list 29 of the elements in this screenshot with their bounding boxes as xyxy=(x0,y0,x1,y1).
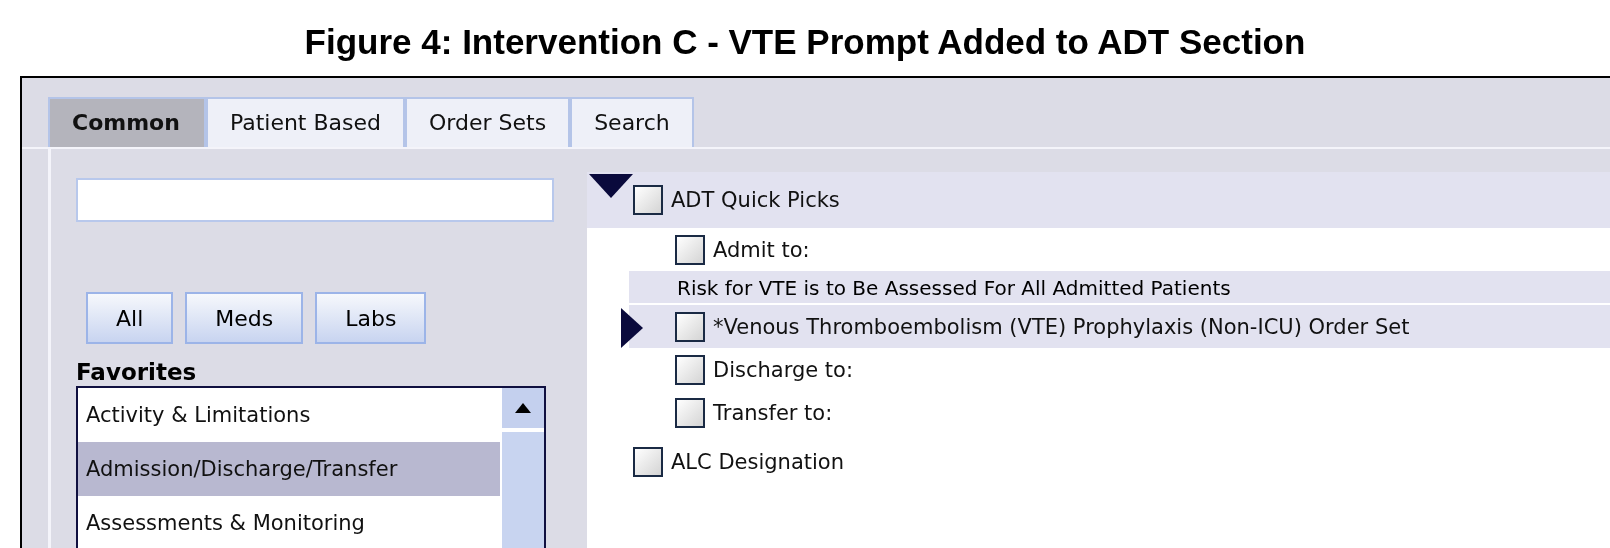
up-arrow-icon xyxy=(515,403,531,413)
figure-title: Figure 4: Intervention C - VTE Prompt Added to ADT Section xyxy=(303,21,1307,63)
list-item[interactable]: Admission/Discharge/Transfer xyxy=(78,442,500,496)
filter-button[interactable]: Meds xyxy=(185,292,304,344)
list-item[interactable]: Activity & Limitations xyxy=(78,388,500,442)
checkbox[interactable] xyxy=(675,311,705,342)
order-label: ALC Designation xyxy=(671,450,844,474)
order-label: Transfer to: xyxy=(713,400,833,425)
checkbox[interactable] xyxy=(675,354,705,385)
order-label: Admit to: xyxy=(713,237,810,262)
order-label: ADT Quick Picks xyxy=(671,188,840,212)
checkbox[interactable] xyxy=(633,447,663,477)
tab[interactable]: Common xyxy=(48,97,206,147)
checkbox[interactable] xyxy=(633,185,663,215)
scrollbar[interactable] xyxy=(500,388,544,548)
order-label: *Venous Thromboembolism (VTE) Prophylaxis (Non-ICU) Order Set xyxy=(713,314,1410,339)
checkbox[interactable] xyxy=(675,234,705,265)
filter-button[interactable]: Labs xyxy=(315,292,427,344)
filter-button[interactable]: All xyxy=(86,292,174,344)
list-item[interactable]: Assessments & Monitoring xyxy=(78,496,500,548)
tab[interactable]: Order Sets xyxy=(405,97,571,147)
checkbox[interactable] xyxy=(675,397,705,428)
tab[interactable]: Patient Based xyxy=(205,97,406,147)
tab[interactable]: Search xyxy=(570,97,694,147)
favorites-heading: Favorites xyxy=(76,358,198,386)
scroll-up-button[interactable] xyxy=(502,388,544,432)
order-label: Discharge to: xyxy=(713,357,854,382)
prompt-text: Risk for VTE is to Be Assessed For All Admitted Patients xyxy=(629,271,1610,305)
search-field[interactable] xyxy=(76,178,554,222)
